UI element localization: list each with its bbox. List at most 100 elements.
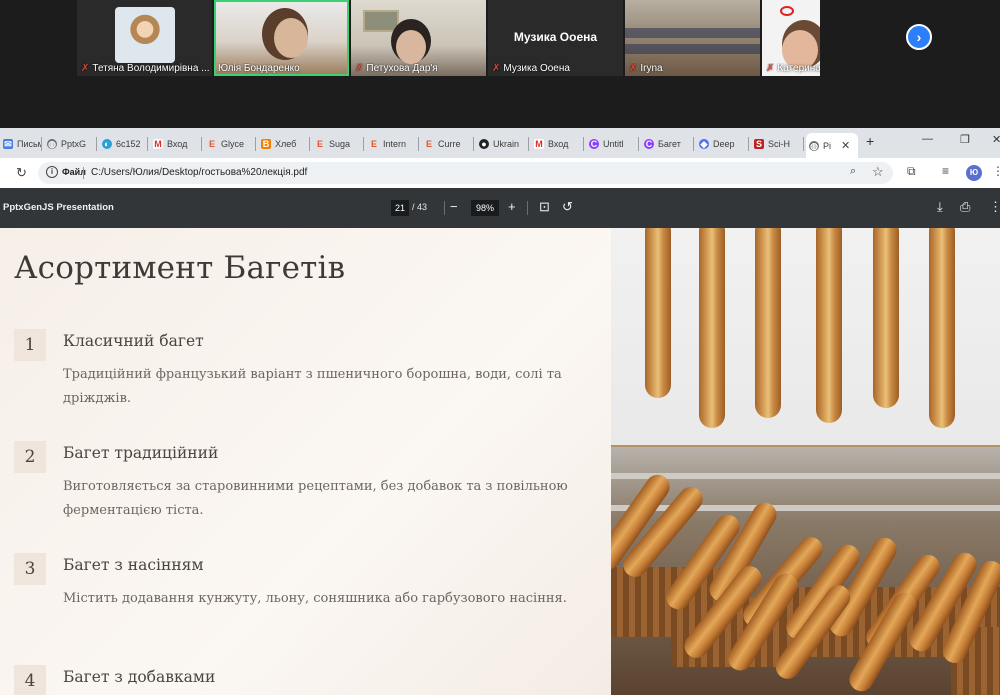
browser-tab-strip: ✉ Письм ◍ PptxG ◐ 6c152 M Вход E Glyce B Хлеб E Suga E…	[0, 128, 1000, 158]
rotate-icon[interactable]: ↺	[562, 199, 573, 215]
browser-tab[interactable]: C Untitl	[586, 133, 639, 155]
tab-separator	[201, 137, 202, 151]
zoom-level-input[interactable]: 98%	[471, 200, 499, 216]
browser-tab[interactable]: ◆ Deep	[696, 133, 749, 155]
chevron-right-icon[interactable]: ›	[906, 24, 932, 50]
participant-tile[interactable]: ✗ Катерина	[762, 0, 820, 76]
video-conference-strip: ✗ Тетяна Володимирівна ... Юлія Бондаренк…	[0, 0, 1000, 128]
participant-tile[interactable]: ✗ Iryna	[625, 0, 760, 76]
baguette-image	[755, 228, 781, 418]
github-icon: ●	[479, 139, 489, 149]
print-icon[interactable]: ⎙	[960, 199, 970, 215]
browser-tab[interactable]: C Багет	[641, 133, 694, 155]
tab-label: Вход	[548, 139, 569, 149]
tab-separator	[693, 137, 694, 151]
tab-label: Suga	[329, 139, 351, 149]
slide-image-panel	[611, 228, 1000, 695]
address-bar[interactable]: i Файл C:/Users/Юлия/Desktop/гостьова%20…	[38, 162, 893, 184]
reload-icon[interactable]: ↻	[16, 165, 27, 181]
profile-avatar[interactable]: Ю	[966, 165, 982, 181]
browser-tab[interactable]: E Curre	[421, 133, 474, 155]
divider	[444, 201, 445, 215]
more-options-icon[interactable]: ⋮	[989, 199, 1000, 215]
tab-separator	[583, 137, 584, 151]
tab-separator	[528, 137, 529, 151]
bookmark-star-icon[interactable]: ☆	[872, 164, 884, 180]
canva-icon: C	[644, 139, 654, 149]
baguette-image	[816, 228, 842, 423]
baguette-image	[873, 228, 899, 408]
item-description: Виготовляється за старовинними рецептами…	[63, 479, 568, 518]
globe-icon: ◍	[47, 139, 57, 149]
tab-separator	[41, 137, 42, 151]
wall-picture	[363, 10, 399, 32]
new-tab-icon[interactable]: +	[866, 133, 874, 149]
info-icon[interactable]: i	[46, 166, 58, 178]
tab-separator	[418, 137, 419, 151]
tab-separator	[638, 137, 639, 151]
tab-separator	[96, 137, 97, 151]
classroom-row	[625, 28, 760, 38]
bakery-display-photo	[611, 447, 1000, 695]
browser-tab[interactable]: ✉ Письм	[0, 133, 42, 155]
browser-tab[interactable]: M Вход	[150, 133, 202, 155]
tab-separator	[803, 137, 804, 151]
browser-tab[interactable]: E Glyce	[204, 133, 256, 155]
scihub-icon: S	[754, 139, 764, 149]
tab-label: Sci-H	[768, 139, 790, 149]
zoom-in-icon[interactable]: +	[508, 199, 516, 214]
participant-video	[274, 18, 308, 58]
url-text[interactable]: C:/Users/Юлия/Desktop/гостьова%20лекція.…	[91, 167, 307, 178]
zoom-icon[interactable]: ⌕	[850, 165, 856, 178]
participant-tile[interactable]: ✗ Петухова Дар'я	[351, 0, 486, 76]
close-window-icon[interactable]: ✕	[992, 133, 1000, 146]
browser-tab[interactable]: E Suga	[312, 133, 364, 155]
tab-label: Untitl	[603, 139, 624, 149]
participant-tile[interactable]: ✗ Тетяна Володимирівна ...	[77, 0, 212, 76]
fit-page-icon[interactable]: ⊡	[539, 199, 550, 215]
participant-tile[interactable]: Музика Ооена ✗ Музика Ооена	[488, 0, 623, 76]
page-number-input[interactable]: 21	[391, 200, 409, 216]
tab-label: PptxG	[61, 139, 87, 149]
browser-tab[interactable]: M Вход	[531, 133, 584, 155]
classroom-row	[625, 44, 760, 54]
tab-label: Curre	[438, 139, 461, 149]
item-heading: Класичний багет	[63, 332, 204, 350]
menu-icon[interactable]: ⋮	[992, 164, 1000, 178]
browser-tab[interactable]: ◍ PptxG	[44, 133, 97, 155]
item-heading: Багет з насінням	[63, 556, 204, 574]
browser-tab[interactable]: S Sci-H	[751, 133, 804, 155]
muted-mic-icon: ✗	[81, 63, 90, 74]
browser-tab[interactable]: E Intern	[366, 133, 419, 155]
tab-label: Ukrain	[493, 139, 520, 149]
participant-name: Катерина	[777, 63, 820, 74]
pdf-title: PptxGenJS Presentation	[3, 202, 114, 213]
browser-tab[interactable]: B Хлеб	[258, 133, 310, 155]
download-icon[interactable]: ⤓	[937, 199, 943, 215]
reading-list-icon[interactable]: ≡	[942, 164, 949, 178]
participant-tiles: ✗ Тетяна Володимирівна ... Юлія Бондаренк…	[77, 0, 820, 76]
globe-icon: ◍	[809, 140, 819, 151]
gmail-icon: M	[534, 139, 544, 149]
browser-tab[interactable]: ● Ukrain	[476, 133, 529, 155]
tab-separator	[255, 137, 256, 151]
tab-active[interactable]: ◍ Pi ✕	[806, 133, 858, 158]
item-number: 1	[14, 329, 46, 361]
browser-tab[interactable]: ◐ 6c152	[99, 133, 148, 155]
pdf-toolbar: PptxGenJS Presentation 21 / 43 − 98% + ⊡…	[0, 188, 1000, 228]
baguette-image	[929, 228, 955, 428]
muted-mic-icon: ✗	[492, 63, 501, 74]
maximize-icon[interactable]: ❐	[960, 133, 970, 146]
baguette-image	[645, 228, 671, 398]
zoom-out-icon[interactable]: −	[450, 199, 458, 214]
gmail-icon: M	[153, 139, 163, 149]
tab-label: Intern	[383, 139, 407, 149]
minimize-icon[interactable]: —	[922, 133, 933, 145]
participant-tile-active[interactable]: Юлія Бондаренко	[214, 0, 349, 76]
pdf-page: Асортимент Багетів 1 Класичний багет Тра…	[0, 228, 1000, 695]
close-tab-icon[interactable]: ✕	[841, 139, 850, 152]
tab-label: Багет	[658, 139, 681, 149]
extensions-icon[interactable]: ⧉	[907, 164, 916, 179]
tab-label: Pi	[823, 140, 832, 151]
item-description: Традиційний французький варіант з пшенич…	[63, 367, 562, 406]
